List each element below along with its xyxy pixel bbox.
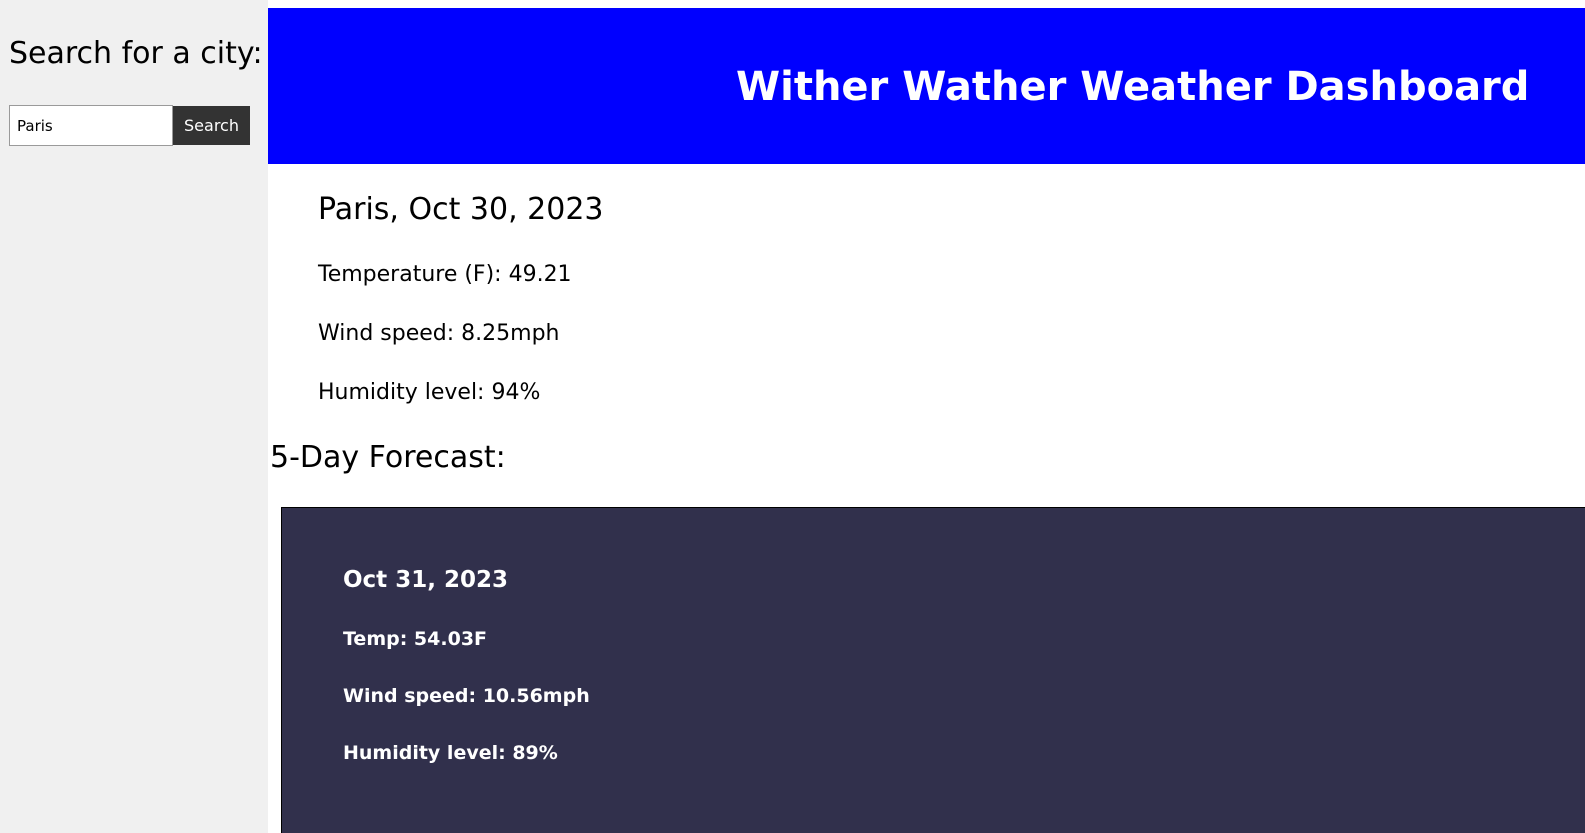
forecast-humidity: Humidity level: 89%: [343, 742, 558, 764]
page-title: Wither Wather Weather Dashboard: [736, 64, 1530, 110]
sidebar: Search for a city: Search: [0, 0, 268, 833]
current-temperature: Temperature (F): 49.21: [318, 262, 572, 287]
header: Wither Wather Weather Dashboard: [268, 8, 1585, 164]
forecast-date: Oct 31, 2023: [343, 567, 508, 593]
forecast-heading: 5-Day Forecast:: [270, 440, 506, 475]
forecast-temp: Temp: 54.03F: [343, 628, 488, 650]
city-search-input[interactable]: [9, 105, 173, 146]
forecast-card: Oct 31, 2023 Temp: 54.03F Wind speed: 10…: [281, 507, 1585, 833]
current-weather: Paris, Oct 30, 2023 Temperature (F): 49.…: [318, 192, 604, 405]
search-button[interactable]: Search: [173, 106, 250, 145]
current-city-date: Paris, Oct 30, 2023: [318, 192, 604, 227]
current-humidity: Humidity level: 94%: [318, 380, 541, 405]
current-wind-speed: Wind speed: 8.25mph: [318, 321, 560, 346]
search-title: Search for a city:: [9, 36, 263, 71]
forecast-wind-speed: Wind speed: 10.56mph: [343, 685, 590, 707]
